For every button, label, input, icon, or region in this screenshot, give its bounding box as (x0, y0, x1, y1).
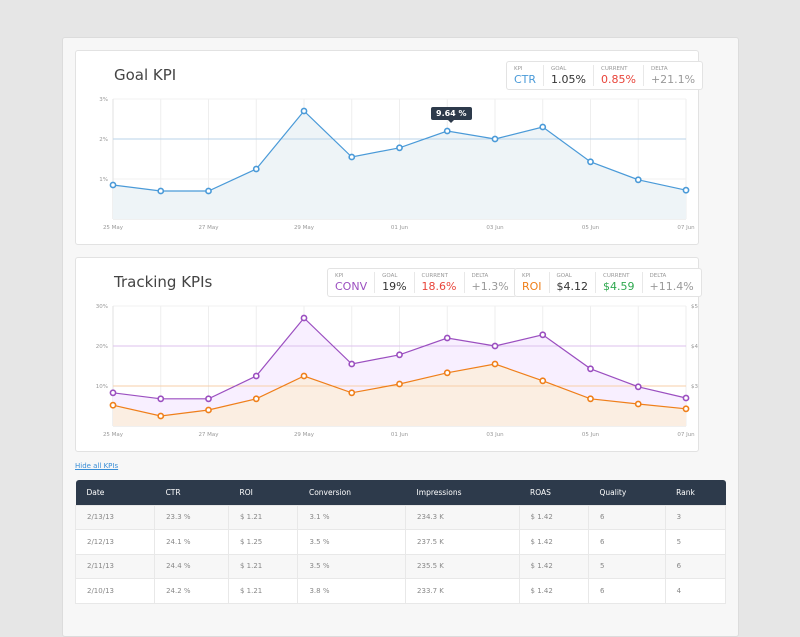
data-point-conv (109, 389, 117, 397)
table-cell: $ 1.21 (227, 578, 299, 604)
column-header[interactable]: Impressions (406, 480, 519, 505)
table-cell: 6 (587, 504, 666, 530)
x-tick-label: 01 Jun (391, 432, 409, 438)
table-cell: 5 (587, 553, 666, 579)
table-row[interactable]: 2/13/13 23.3 % $ 1.21 3.1 % 234.3 K $ 1.42 6 3 (74, 504, 727, 530)
table-cell: $ 1.42 (518, 553, 589, 579)
table-row[interactable]: 2/12/13 24.1 % $ 1.25 3.5 % 237.5 K $ 1.42 6 5 (74, 529, 727, 555)
table-cell: 24.2 % (154, 578, 229, 604)
column-header[interactable]: ROI (229, 480, 298, 505)
data-point-conv (300, 314, 308, 322)
data-point-roi (539, 377, 547, 385)
table-cell: 3.5 % (297, 529, 407, 555)
table-cell: 6 (664, 553, 727, 579)
y2-tick-label: $3 (691, 384, 698, 390)
table-cell: 3.5 % (297, 553, 407, 579)
y-tick-label: 30% (96, 304, 108, 310)
table-row[interactable]: 2/11/13 24.4 % $ 1.21 3.5 % 235.5 K $ 1.42 5 6 (74, 553, 727, 579)
y2-tick-label: $5 (691, 304, 698, 310)
table-cell: 2/12/13 (74, 529, 156, 555)
kpi-table: Date CTR ROI Conversion Impressions ROAS Quali… (74, 480, 727, 604)
column-header[interactable]: Rank (665, 480, 725, 505)
data-point-conv (587, 365, 594, 373)
data-point-conv (682, 394, 690, 402)
y-tick-label: 20% (96, 344, 108, 350)
data-point-roi (634, 400, 642, 408)
x-tick-label: 07 Jun (677, 432, 695, 438)
table-cell: 23.3 % (154, 504, 229, 530)
table-cell: $ 1.42 (518, 578, 589, 604)
table-cell: 6 (587, 578, 666, 604)
x-tick-label: 25 May (103, 432, 124, 438)
data-point-conv (396, 351, 403, 359)
table-header-row: Date CTR ROI Conversion Impressions ROAS Quali… (75, 480, 726, 505)
column-header[interactable]: CTR (155, 480, 229, 505)
table-cell: 237.5 K (405, 529, 520, 555)
x-tick-label: 05 Jun (582, 432, 600, 438)
data-point-conv (634, 383, 642, 391)
table-cell: $ 1.25 (227, 529, 299, 555)
y-tick-label: 10% (96, 384, 108, 390)
data-point-roi (300, 372, 308, 380)
table-cell: 2/13/13 (74, 504, 156, 530)
data-point-roi (205, 406, 212, 414)
table-cell: 235.5 K (405, 553, 520, 579)
table-cell: $ 1.21 (227, 553, 299, 579)
data-point-roi (157, 412, 165, 420)
column-header[interactable]: Date (76, 480, 155, 505)
data-point-conv (205, 395, 212, 403)
table-cell: 24.1 % (154, 529, 229, 555)
table-cell: 2/11/13 (74, 553, 156, 579)
data-point-conv (443, 334, 451, 342)
data-point-roi (587, 395, 594, 403)
x-tick-label: 29 May (294, 432, 315, 438)
data-point-conv (252, 372, 260, 380)
data-point-roi (348, 389, 356, 397)
table-cell: 3.8 % (297, 578, 407, 604)
data-point-conv (157, 395, 165, 403)
table-cell: $ 1.42 (518, 504, 589, 530)
table-cell: 6 (587, 529, 666, 555)
table-cell: 233.7 K (405, 578, 520, 604)
data-point-roi (443, 369, 451, 377)
y2-tick-label: $4 (691, 344, 698, 350)
data-point-roi (252, 395, 260, 403)
table-cell: $ 1.42 (518, 529, 589, 555)
column-header[interactable]: Quality (588, 480, 665, 505)
table-cell: 3.1 % (297, 504, 407, 530)
column-header[interactable]: Conversion (298, 480, 406, 505)
table-cell: 5 (664, 529, 727, 555)
table-cell: 24.4 % (154, 553, 229, 579)
data-point-conv (539, 331, 547, 339)
table-cell: 3 (664, 504, 727, 530)
data-point-conv (491, 342, 499, 350)
table-cell: 2/10/13 (74, 578, 156, 604)
table-cell: $ 1.21 (227, 504, 299, 530)
hide-all-kpis-link[interactable]: Hide all KPIs (75, 462, 118, 470)
table-cell: 234.3 K (405, 504, 520, 530)
column-header[interactable]: ROAS (519, 480, 588, 505)
x-tick-label: 27 May (198, 432, 219, 438)
data-point-roi (682, 405, 690, 413)
data-point-roi (491, 360, 499, 368)
x-tick-label: 03 Jun (486, 432, 504, 438)
table-row[interactable]: 2/10/13 24.2 % $ 1.21 3.8 % 233.7 K $ 1.42 6 4 (74, 578, 727, 604)
data-point-roi (109, 401, 117, 409)
data-point-conv (348, 360, 356, 368)
data-point-roi (396, 380, 403, 388)
table-cell: 4 (664, 578, 727, 604)
